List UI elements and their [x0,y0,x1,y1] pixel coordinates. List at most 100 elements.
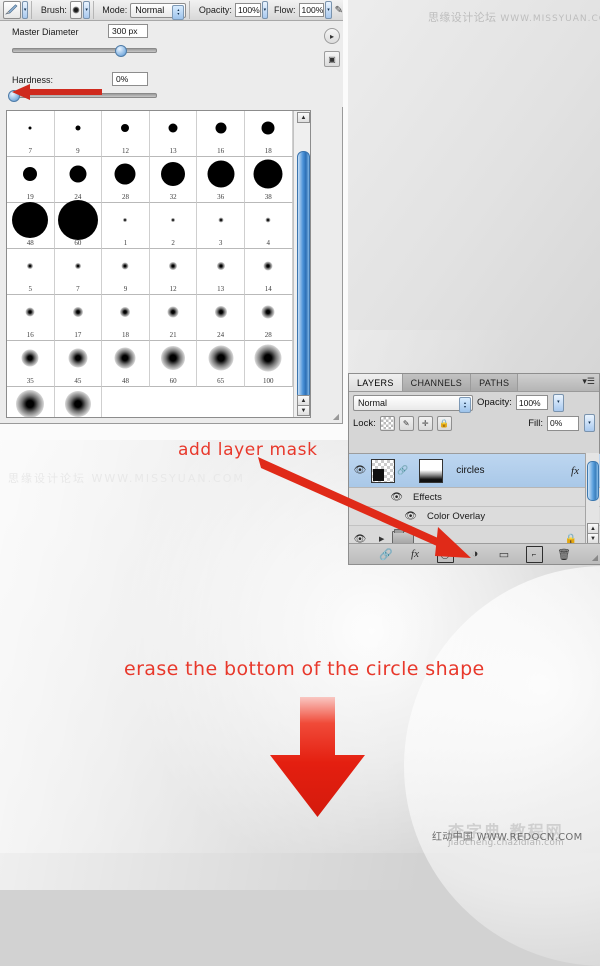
brush-preset-cell[interactable]: 16 [197,111,245,157]
layer-name[interactable]: circles [456,465,484,476]
opacity-dropdown[interactable]: ▾ [262,1,268,19]
flow-dropdown[interactable]: ▾ [325,1,331,19]
scroll-down-arrow-icon[interactable]: ▼ [297,405,310,416]
tab-layers[interactable]: LAYERS [349,374,403,391]
new-group-icon[interactable]: ▭ [497,547,512,562]
brush-preset-cell[interactable]: 48 [102,341,150,387]
brush-preset-cell[interactable]: 18 [245,111,293,157]
layer-opacity-dropdown[interactable]: ▾ [553,394,564,412]
brush-preset-cell[interactable]: 4 [245,203,293,249]
brush-preset-cell[interactable]: 24 [197,295,245,341]
fill-dropdown[interactable]: ▾ [584,414,595,432]
layer-opacity-input[interactable]: 100% [516,395,548,410]
master-diameter-field[interactable]: 300 px [108,24,148,38]
flow-input[interactable]: 100% [299,3,325,17]
add-layer-style-icon[interactable]: fx [408,547,423,562]
brush-tool-dropdown[interactable]: ▾ [22,1,28,19]
panel-resize-grip[interactable]: ◢ [592,553,598,562]
master-diameter-slider[interactable] [12,48,157,53]
brush-preset-cell[interactable]: 16 [7,295,55,341]
brush-preset-cell[interactable]: 7 [7,111,55,157]
delete-layer-icon[interactable]: 🗑 [557,547,572,562]
brush-preset-cell[interactable]: 48 [7,203,55,249]
fill-input[interactable]: 0% [547,416,579,431]
add-layer-mask-icon[interactable]: ◯ [437,546,454,563]
lock-position-icon[interactable]: ✛ [418,416,433,431]
layers-panel-tabs[interactable]: LAYERS CHANNELS PATHS ▾☰ [349,374,599,392]
list-item[interactable]: 👁 Color Overlay [349,507,600,526]
panel-menu-icon[interactable]: ▾☰ [582,377,595,386]
eye-icon[interactable]: 👁 [349,465,371,476]
link-icon[interactable]: 🔗 [397,465,408,476]
brush-preset-cell[interactable]: 100 [245,341,293,387]
eye-icon[interactable]: 👁 [349,492,407,503]
brush-preset-cell[interactable]: 28 [245,295,293,341]
brush-preset-grid[interactable]: 7912131618192428323638486012345791213141… [7,111,293,418]
brush-list-scroll-thumb[interactable] [297,151,310,400]
layer-rows-container[interactable]: 👁 🔗 circles fx 👁 Effects 👁 Color Overlay… [349,453,600,546]
eye-icon[interactable]: 👁 [349,511,421,522]
brush-preset-cell[interactable]: 13 [150,111,198,157]
brush-preset-picker-panel[interactable]: ▾ Brush: ▾ Mode: Normal ▴▾ Opacity: 100%… [0,0,343,424]
new-preset-icon[interactable]: ▣ [324,51,340,67]
layers-panel-footer[interactable]: 🔗 fx ◯ ◑ ▭ ⌐ 🗑 ◢ [349,543,600,564]
brush-preset-cell[interactable]: 1 [102,203,150,249]
new-fill-adjustment-icon[interactable]: ◑ [468,547,483,562]
brush-preset-cell[interactable]: 45 [55,341,103,387]
brush-preset-cell[interactable]: 14 [245,249,293,295]
brush-list-scrollbar[interactable]: ▲ ▲ ▼ [293,111,310,417]
brush-preset-list[interactable]: 7912131618192428323638486012345791213141… [6,110,311,418]
brush-preset-cell[interactable]: 38 [245,157,293,203]
layer-mask-thumbnail[interactable] [419,459,443,483]
brush-picker-dropdown[interactable]: ▾ [83,1,89,19]
brush-preset-cell[interactable]: 12 [102,111,150,157]
play-icon[interactable]: ▸ [324,28,340,44]
chevron-updown-icon[interactable]: ▴▾ [459,397,471,413]
new-layer-icon[interactable]: ⌐ [526,546,543,563]
airbrush-icon[interactable]: ✎ [335,2,343,18]
layers-scroll-thumb[interactable] [587,461,599,501]
lock-image-pixels-icon[interactable]: ✎ [399,416,414,431]
brush-preset-cell[interactable]: 5 [7,249,55,295]
tab-channels[interactable]: CHANNELS [403,374,471,391]
brush-preset-cell[interactable]: 12 [150,249,198,295]
brush-preset-cell[interactable]: 60 [150,341,198,387]
brush-preset-cell[interactable]: 36 [197,157,245,203]
brush-preset-cell[interactable]: 500 [55,387,103,418]
brush-preset-cell[interactable]: 60 [55,203,103,249]
tab-paths[interactable]: PATHS [471,374,518,391]
tool-options-bar[interactable]: ▾ Brush: ▾ Mode: Normal ▴▾ Opacity: 100%… [0,0,343,21]
brush-preset-cell[interactable]: 21 [150,295,198,341]
brush-preset-cell[interactable]: 300 [7,387,55,418]
brush-preset-cell[interactable]: 65 [197,341,245,387]
brush-preset-cell[interactable]: 13 [197,249,245,295]
layers-panel[interactable]: LAYERS CHANNELS PATHS ▾☰ Normal ▴▾ Opaci… [348,373,600,565]
hardness-slider[interactable] [12,93,157,98]
panel-resize-grip[interactable]: ◢ [333,412,339,421]
table-row[interactable]: 👁 🔗 circles fx [349,454,600,488]
master-diameter-slider-knob[interactable] [115,45,127,57]
hardness-slider-knob[interactable] [8,90,20,102]
lock-transparent-pixels-icon[interactable] [380,416,395,431]
current-brush-thumbnail[interactable] [70,1,83,19]
lock-all-icon[interactable]: 🔒 [437,416,452,431]
brush-preset-cell[interactable]: 24 [55,157,103,203]
brush-preset-cell[interactable]: 35 [7,341,55,387]
brush-tool-icon[interactable] [3,1,21,19]
list-item[interactable]: 👁 Effects [349,488,600,507]
brush-preset-cell[interactable]: 28 [102,157,150,203]
layer-effects-badge[interactable]: fx [571,465,579,477]
link-layers-icon[interactable]: 🔗 [379,547,394,562]
scroll-up-arrow-icon[interactable]: ▲ [297,112,310,123]
chevron-updown-icon[interactable]: ▴▾ [172,5,184,20]
brush-preset-cell[interactable]: 17 [55,295,103,341]
brush-preset-cell[interactable]: 18 [102,295,150,341]
brush-preset-cell[interactable]: 3 [197,203,245,249]
triangle-right-icon[interactable]: ▶ [379,535,384,543]
hardness-field[interactable]: 0% [112,72,148,86]
brush-preset-cell[interactable]: 19 [7,157,55,203]
brush-preset-cell[interactable]: 2 [150,203,198,249]
layer-blend-mode-select[interactable]: Normal ▴▾ [353,395,473,411]
opacity-input[interactable]: 100% [235,3,261,17]
brush-preset-cell[interactable]: 7 [55,249,103,295]
